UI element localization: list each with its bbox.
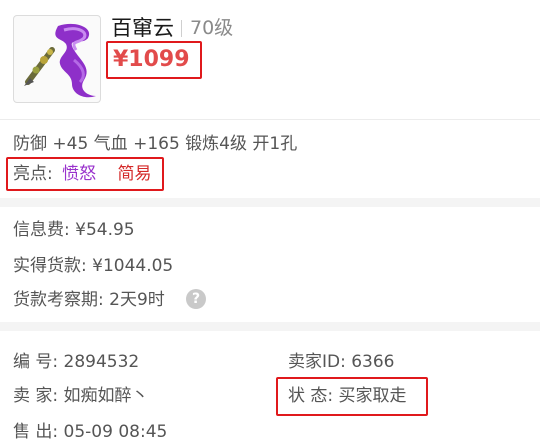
divider (0, 119, 540, 120)
item-price: ¥1099 (113, 47, 190, 72)
item-level: 70级 (190, 17, 234, 39)
section-gap (0, 322, 540, 331)
title-separator (181, 20, 182, 37)
item-stats: 防御 +45 气血 +165 锻炼4级 开1孔 (13, 134, 298, 154)
highlights-row: 亮点: 愤怒 简易 (13, 162, 152, 186)
info-fee: 信息费: ¥54.95 (13, 220, 135, 240)
item-name: 百窜云 (111, 16, 174, 40)
review-period: 货款考察期: 2天9时 (13, 290, 165, 310)
trade-status: 状 态: 买家取走 (288, 386, 407, 406)
sold-time: 售 出: 05-09 08:45 (13, 422, 168, 442)
help-icon[interactable]: ? (186, 289, 206, 309)
serial-number: 编 号: 2894532 (13, 352, 140, 372)
item-thumbnail[interactable] (13, 15, 101, 103)
seller-name: 卖 家: 如痴如醉丶 (13, 386, 149, 406)
highlight-tag-simple: 简易 (117, 164, 152, 184)
purple-ribbon-weapon-icon (24, 23, 96, 98)
actual-payment: 实得货款: ¥1044.05 (13, 256, 174, 276)
highlight-label: 亮点: (13, 164, 53, 184)
section-gap (0, 198, 540, 207)
highlight-tag-anger: 愤怒 (62, 164, 97, 184)
seller-id: 卖家ID: 6366 (288, 352, 395, 372)
